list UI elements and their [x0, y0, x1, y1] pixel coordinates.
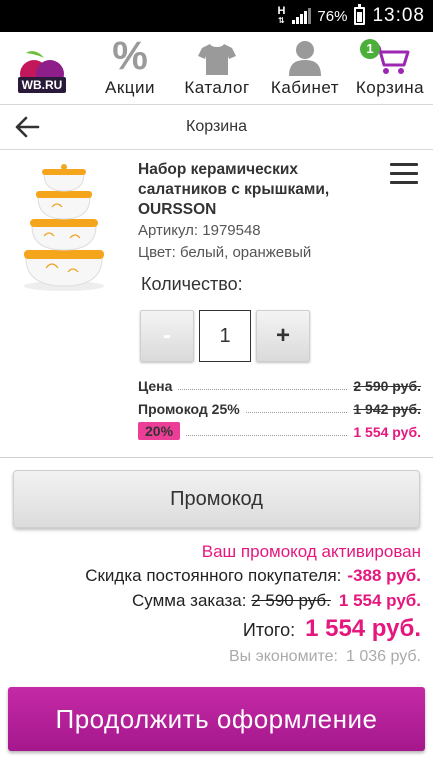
order-sum-old: 2 590 руб. [251, 591, 331, 610]
loyalty-discount-value: -388 руб. [347, 566, 421, 585]
promo-activated-message: Ваш промокод активирован [201, 542, 421, 561]
final-price-row: 20% 1 554 руб. [138, 420, 421, 440]
discount-badge: 20% [138, 422, 181, 440]
loyalty-discount-label: Скидка постоянного покупателя: [85, 566, 342, 585]
status-icons: H ⇅ 76% 13:08 [277, 0, 425, 32]
quantity-input[interactable]: 1 [199, 310, 251, 362]
cart-count-badge: 1 [360, 39, 380, 59]
wb-logo[interactable]: WB.RU [14, 44, 70, 100]
top-navigation: WB.RU % Акции Каталог Кабинет 1 Корзина [0, 32, 433, 104]
order-sum-line: Сумма заказа: 2 590 руб. 1 554 руб. [132, 591, 421, 611]
economy-line: Вы экономите: 1 036 руб. [229, 648, 421, 666]
total-line: Итого: 1 554 руб. [243, 615, 421, 643]
page-title: Корзина [186, 118, 247, 135]
economy-label: Вы экономите: [228, 648, 338, 665]
percent-icon: % [112, 34, 148, 78]
logo-graphic: WB.RU [18, 51, 66, 93]
original-price: 2 590 руб. [353, 378, 421, 394]
nav-item-account[interactable]: Кабинет [265, 36, 345, 100]
network-type-indicator: H ⇅ [277, 5, 286, 26]
product-image[interactable] [16, 162, 112, 292]
hamburger-menu-icon[interactable] [390, 163, 418, 185]
dotted-leader [245, 412, 348, 413]
logo-text: WB.RU [22, 78, 63, 92]
nav-item-catalog[interactable]: Каталог [177, 36, 257, 100]
loyalty-discount-line: Скидка постоянного покупателя: -388 руб. [85, 566, 421, 586]
person-icon [265, 36, 345, 76]
signal-icon [292, 8, 312, 24]
nav-item-label: Каталог [184, 78, 250, 97]
quantity-label: Количество: [141, 274, 243, 294]
nav-item-cart[interactable]: 1 Корзина [352, 36, 428, 100]
dotted-leader [186, 435, 348, 436]
nav-item-promotions[interactable]: % Акции [98, 36, 162, 100]
status-bar: H ⇅ 76% 13:08 [0, 0, 433, 32]
tshirt-icon [177, 36, 257, 76]
final-price: 1 554 руб. [353, 424, 421, 440]
order-sum-label: Сумма заказа: [132, 591, 247, 610]
page-header: Корзина [0, 104, 433, 150]
quantity-increase-button[interactable]: + [256, 310, 310, 362]
product-color: Цвет: белый, оранжевый [138, 244, 312, 261]
clock: 13:08 [372, 5, 425, 26]
promo-price-row: Промокод 25% 1 942 руб. [138, 397, 421, 417]
battery-percent: 76% [317, 7, 348, 25]
economy-value: 1 036 руб. [346, 648, 421, 665]
divider [0, 457, 433, 458]
continue-checkout-button[interactable]: Продолжить оформление [8, 687, 425, 751]
quantity-decrease-button[interactable]: - [140, 310, 194, 362]
nav-item-label: Корзина [355, 78, 425, 97]
promo-code-button[interactable]: Промокод [13, 470, 420, 528]
promo-price-label: Промокод 25% [138, 401, 240, 417]
nav-item-label: Акции [104, 78, 155, 97]
nav-item-label: Кабинет [270, 78, 340, 97]
price-row: Цена 2 590 руб. [138, 374, 421, 394]
total-label: Итого: [242, 620, 296, 640]
order-sum-new: 1 554 руб. [338, 591, 421, 610]
battery-icon [354, 4, 366, 25]
product-name[interactable]: Набор керамических салатников с крышками… [138, 160, 388, 220]
price-label: Цена [138, 378, 173, 394]
total-value: 1 554 руб. [305, 615, 421, 642]
dotted-leader [178, 389, 348, 390]
promo-price: 1 942 руб. [353, 401, 421, 417]
product-article: Артикул: 1979548 [138, 222, 261, 239]
salad-bowls-image [24, 164, 104, 291]
